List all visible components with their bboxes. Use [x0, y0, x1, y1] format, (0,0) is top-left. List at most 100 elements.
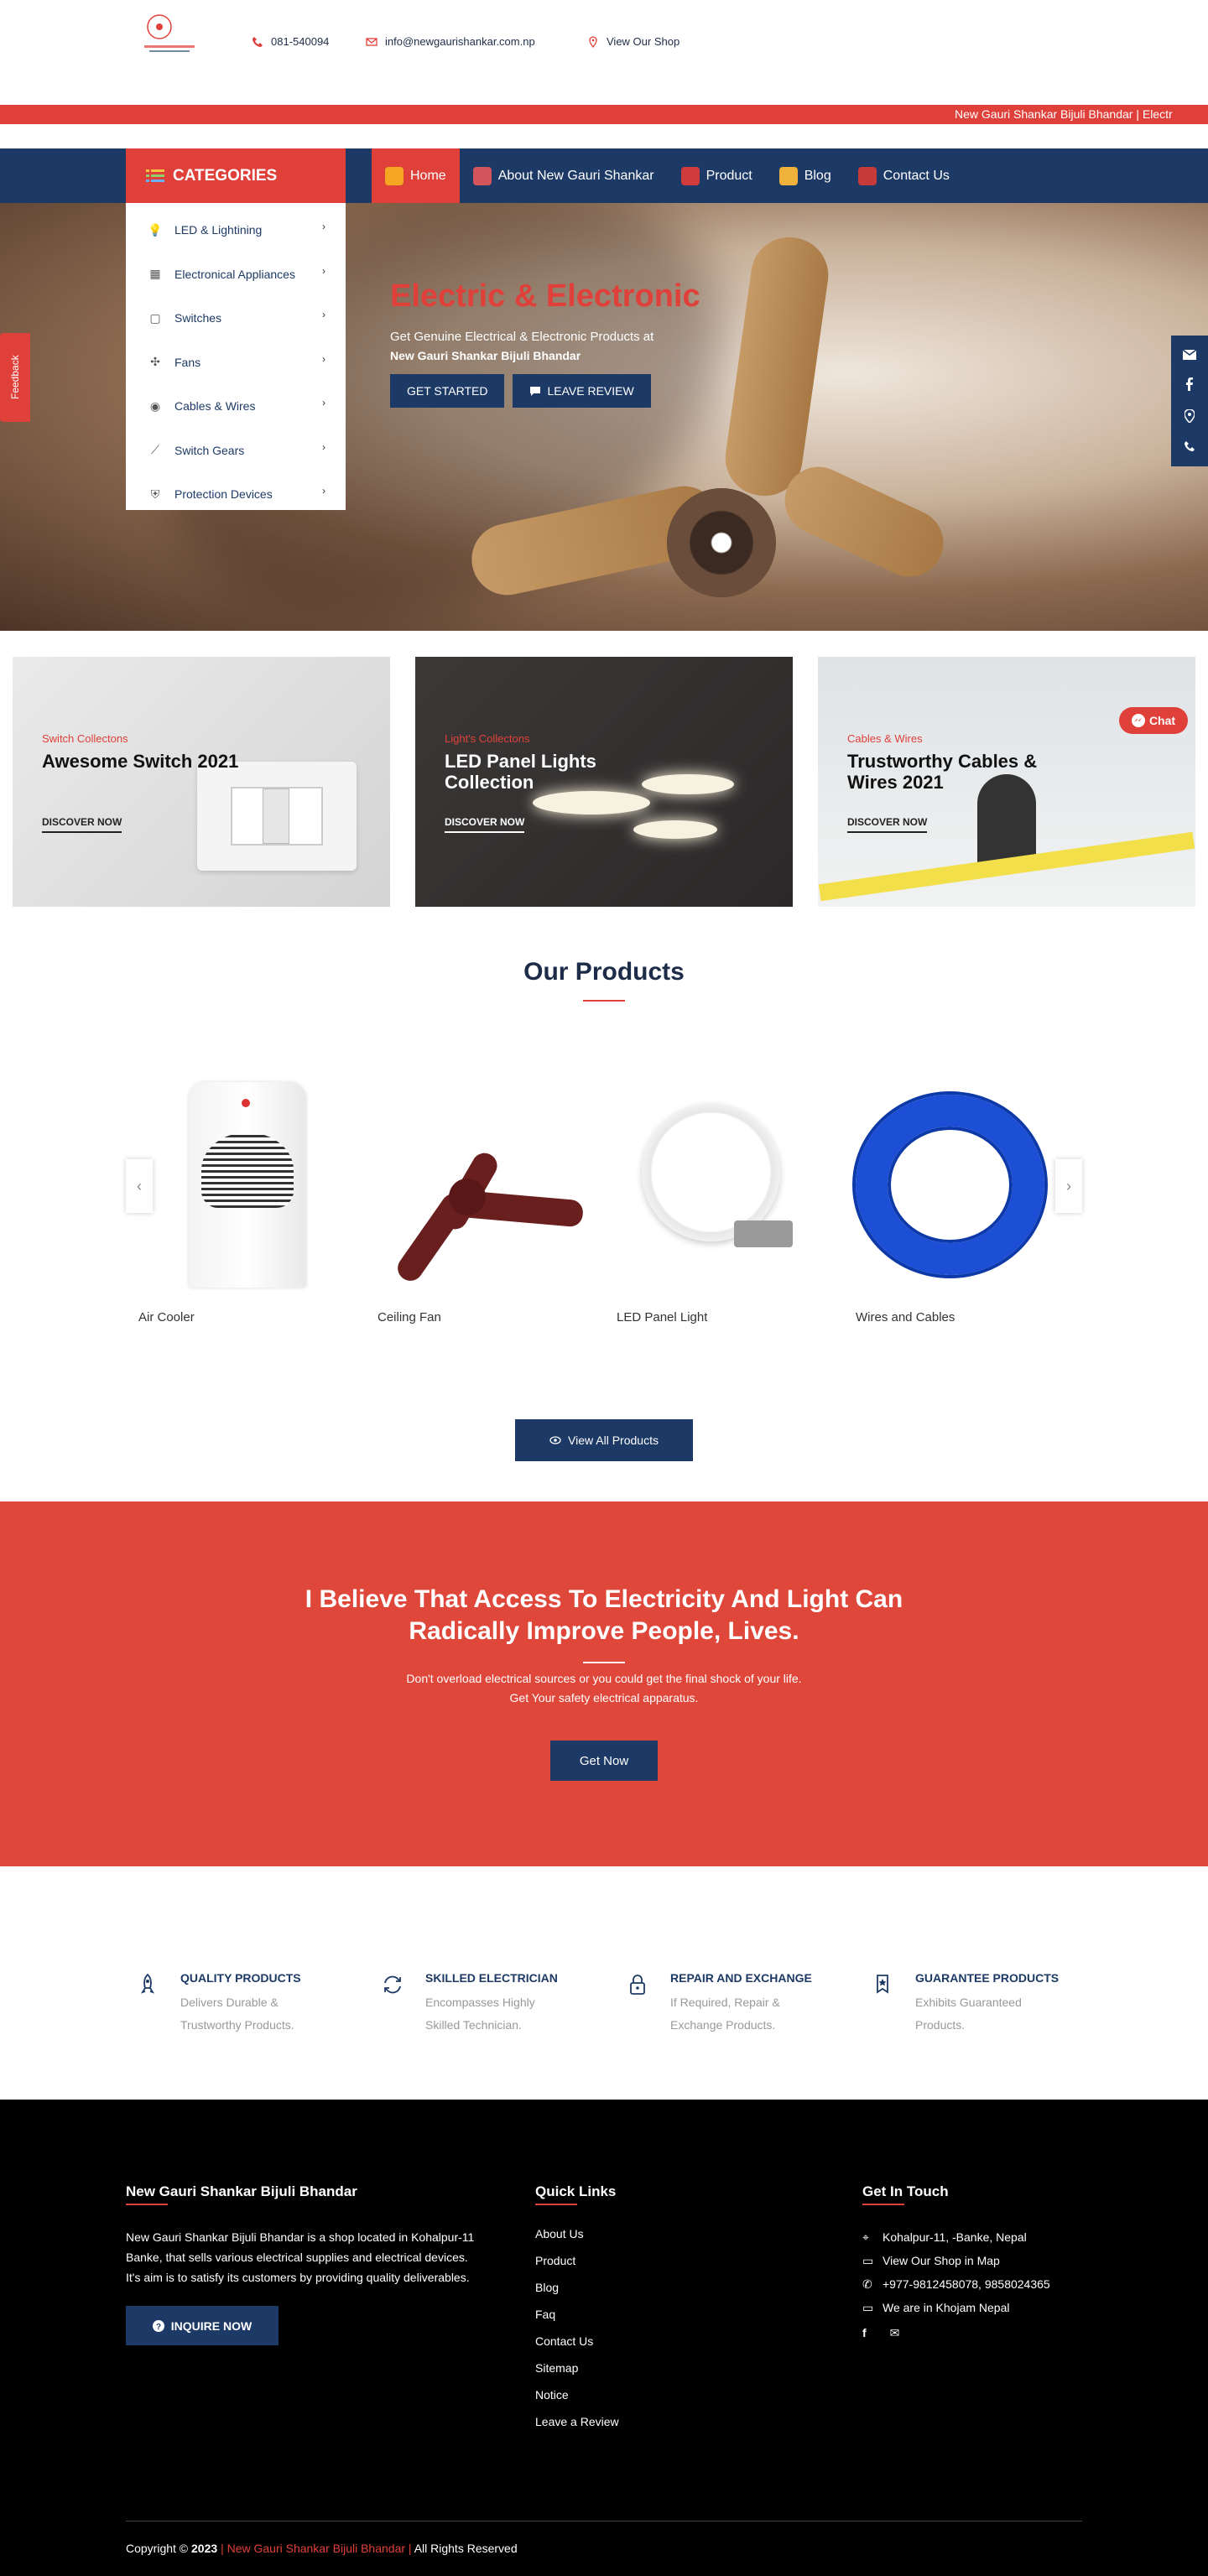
footer-link[interactable]: Notice: [535, 2388, 619, 2415]
category-item[interactable]: 💡 LED & Lightining ›: [126, 208, 346, 252]
mission-heading: I Believe That Access To Electricity And…: [305, 1585, 903, 1645]
discover-now-link[interactable]: DISCOVER NOW: [445, 816, 525, 833]
category-label: Fans: [174, 355, 201, 369]
envelope-icon[interactable]: ✉: [890, 2326, 900, 2340]
footer-link[interactable]: Faq: [535, 2308, 619, 2334]
map-icon: ▭: [862, 2254, 874, 2267]
copyright: Copyright © 2023 | New Gauri Shankar Bij…: [126, 2542, 518, 2555]
footer-link[interactable]: Product: [535, 2254, 619, 2281]
panel-light-image: [633, 820, 717, 839]
product-name: LED Panel Light: [617, 1310, 708, 1324]
nav-item-product[interactable]: Product: [668, 148, 766, 203]
get-now-button[interactable]: Get Now: [550, 1741, 658, 1781]
feature-item: QUALITY PRODUCTS Delivers Durable & Trust…: [136, 1971, 381, 2037]
category-item[interactable]: ▦ Electronical Appliances ›: [126, 252, 346, 297]
nav-item-about-new-gauri-shankar[interactable]: About New Gauri Shankar: [460, 148, 668, 203]
footer-link[interactable]: About Us: [535, 2227, 619, 2254]
phone-number: 081-540094: [271, 35, 330, 48]
collection-category: Light's Collectons: [445, 732, 530, 745]
nav-item-contact-us[interactable]: Contact Us: [845, 148, 963, 203]
marquee-text: New Gauri Shankar Bijuli Bhandar | Elect…: [955, 107, 1173, 121]
chevron-right-icon: ›: [322, 264, 325, 277]
categories-dropdown: 💡 LED & Lightining › ▦ Electronical Applianc…: [126, 203, 346, 510]
footer-link[interactable]: Sitemap: [535, 2361, 619, 2388]
footer-about: New Gauri Shankar Bijuli Bhandar New Gau…: [126, 2183, 482, 2345]
phone-row: ✆ +977-9812458078, 9858024365: [862, 2274, 1050, 2294]
site-logo[interactable]: [141, 8, 201, 60]
map-pin-icon: ⌖: [862, 2230, 869, 2244]
switch-plate-image: [197, 762, 357, 871]
envelope-icon[interactable]: [1183, 349, 1196, 360]
collection-category: Cables & Wires: [847, 732, 923, 745]
copyright-year: 2023: [191, 2542, 218, 2555]
category-item[interactable]: ⛨ Protection Devices ›: [126, 472, 346, 517]
chat-button[interactable]: Chat: [1119, 707, 1188, 734]
cable-icon: ◉: [149, 398, 161, 413]
category-item[interactable]: ⟋ Switch Gears ›: [126, 429, 346, 473]
inquire-now-button[interactable]: ? INQUIRE NOW: [126, 2306, 279, 2345]
category-item[interactable]: ✣ Fans ›: [126, 341, 346, 385]
fan-icon: ✣: [150, 355, 160, 369]
phone-icon[interactable]: [1184, 440, 1195, 452]
map-pin-icon: [587, 35, 599, 48]
nav-item-label: Home: [410, 168, 446, 183]
carousel-next-button[interactable]: ›: [1055, 1159, 1082, 1213]
hero-subtitle: Get Genuine Electrical & Electronic Prod…: [390, 330, 654, 344]
footer-about-title: New Gauri Shankar Bijuli Bhandar: [126, 2183, 482, 2205]
chevron-right-icon: ›: [322, 485, 325, 497]
nav-item-blog[interactable]: Blog: [766, 148, 845, 203]
facebook-icon[interactable]: f: [862, 2326, 867, 2340]
footer-contact: Get In Touch ⌖ Kohalpur-11, -Banke, Nepal…: [862, 2183, 1050, 2340]
feature-item: REPAIR AND EXCHANGE If Required, Repair &…: [626, 1971, 871, 2037]
chevron-right-icon: ›: [322, 440, 325, 453]
panel-light-image: [642, 774, 734, 794]
footer-link[interactable]: Blog: [535, 2281, 619, 2308]
footer-link[interactable]: Leave a Review: [535, 2415, 619, 2442]
map-row[interactable]: ▭ View Our Shop in Map: [862, 2251, 1050, 2271]
collection-card-led[interactable]: Light's Collectons LED Panel Lights Coll…: [415, 657, 793, 907]
product-card[interactable]: LED Panel Light: [604, 1078, 822, 1324]
list-icon: [146, 169, 164, 182]
view-shop-link[interactable]: View Our Shop: [587, 35, 680, 48]
collection-card-switch[interactable]: Switch Collectons Awesome Switch 2021 DI…: [13, 657, 390, 907]
copyright-name[interactable]: | New Gauri Shankar Bijuli Bhandar |: [221, 2542, 412, 2555]
khojam-row[interactable]: ▭ We are in Khojam Nepal: [862, 2298, 1050, 2318]
fan-blade: [720, 232, 834, 501]
discover-now-link[interactable]: DISCOVER NOW: [847, 816, 928, 833]
shield-icon: ⛨: [150, 487, 160, 501]
view-all-products-button[interactable]: View All Products: [515, 1419, 693, 1461]
categories-toggle[interactable]: CATEGORIES: [126, 148, 346, 203]
email-contact[interactable]: info@newgaurishankar.com.np: [366, 35, 535, 48]
hero-shop-name: New Gauri Shankar Bijuli Bhandar: [390, 349, 581, 362]
eye-icon: [549, 1436, 561, 1444]
hero-content: Electric & Electronic Get Genuine Electr…: [390, 278, 700, 408]
feature-item: GUARANTEE PRODUCTS Exhibits Guaranteed Pr…: [871, 1971, 1116, 2037]
feature-item: SKILLED ELECTRICIAN Encompasses Highly Sk…: [381, 1971, 626, 2037]
map-link[interactable]: View Our Shop in Map: [883, 2251, 1000, 2271]
facebook-icon[interactable]: [1185, 377, 1194, 392]
carousel-prev-button[interactable]: ‹: [126, 1159, 153, 1213]
get-started-button[interactable]: GET STARTED: [390, 374, 505, 408]
rocket-icon: [140, 1973, 155, 1994]
discover-now-link[interactable]: DISCOVER NOW: [42, 816, 122, 833]
product-card[interactable]: Wires and Cables: [843, 1078, 1061, 1324]
map-pin-icon[interactable]: [1185, 409, 1195, 423]
category-item[interactable]: ▢ Switches ›: [126, 296, 346, 341]
inquire-now-label: INQUIRE NOW: [170, 2318, 253, 2333]
footer-link[interactable]: Contact Us: [535, 2334, 619, 2361]
khojam-link[interactable]: We are in Khojam Nepal: [883, 2298, 1009, 2318]
product-card[interactable]: Air Cooler: [126, 1078, 344, 1324]
leave-review-button[interactable]: LEAVE REVIEW: [513, 374, 651, 408]
feature-text: Encompasses Highly Skilled Technician.: [425, 1996, 535, 2032]
collection-card-cables[interactable]: Cables & Wires Trustworthy Cables & Wire…: [818, 657, 1195, 907]
category-item[interactable]: ◉ Cables & Wires ›: [126, 384, 346, 429]
quick-links-list: About Us Product Blog Faq Contact Us Sitemap N…: [535, 2227, 619, 2442]
feature-title: REPAIR AND EXCHANGE: [670, 1971, 812, 1985]
panel-light-image: [533, 791, 650, 814]
product-card[interactable]: Ceiling Fan: [365, 1078, 585, 1324]
phone-contact[interactable]: 081-540094: [252, 35, 329, 48]
feedback-tab[interactable]: Feedback: [0, 333, 30, 422]
nav-item-home[interactable]: Home: [372, 148, 460, 203]
badge-icon: [877, 1975, 888, 1994]
contact-icon: [857, 166, 877, 185]
